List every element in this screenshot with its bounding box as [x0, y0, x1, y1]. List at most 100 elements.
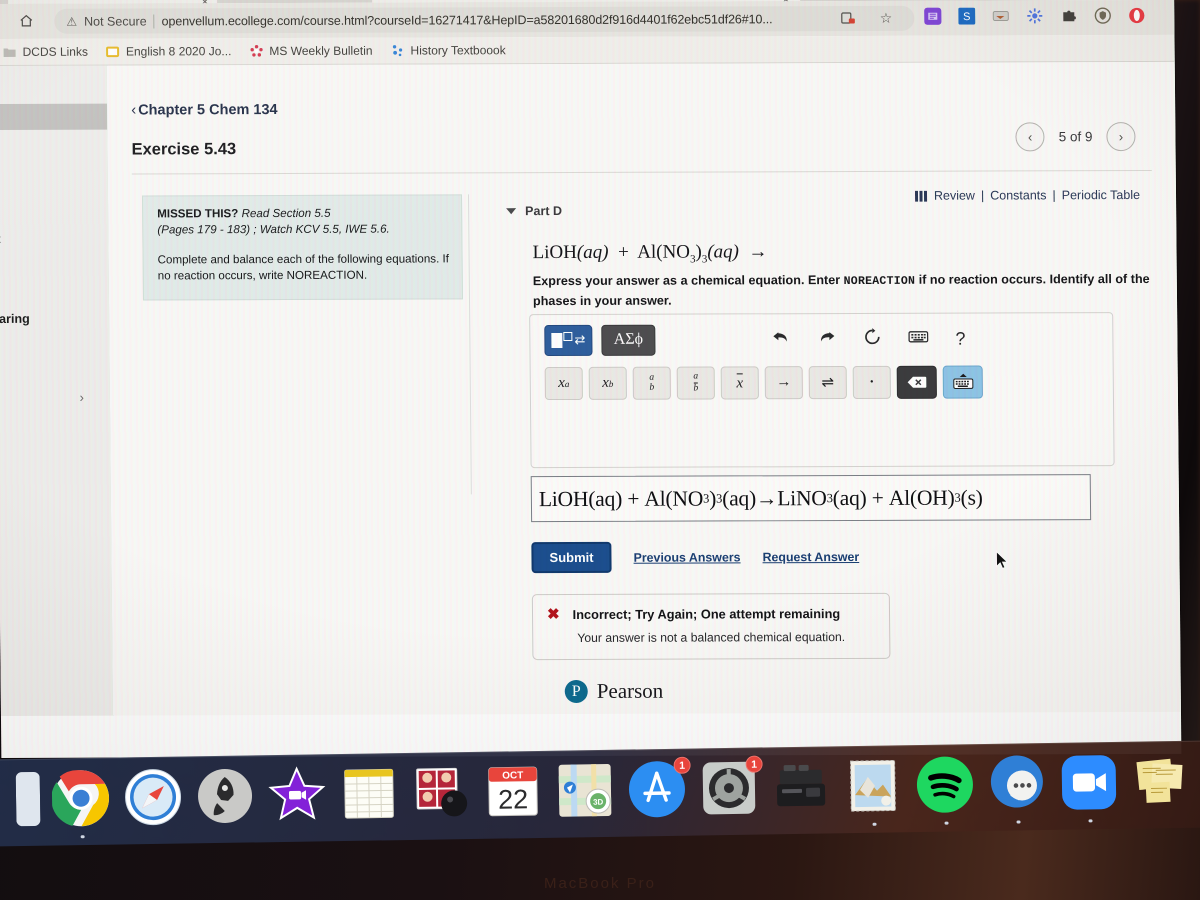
dock-item-maps[interactable]: 3D	[556, 761, 617, 822]
arrow-key[interactable]: →	[764, 366, 803, 400]
dock-item-calendar[interactable]: OCT 22	[484, 762, 545, 823]
greek-symbols-button[interactable]: ΑΣϕ	[601, 324, 656, 356]
breadcrumb[interactable]: ‹ Chapter 5 Chem 134	[131, 101, 278, 119]
exercise-pagination: ‹ 5 of 9 ›	[1015, 122, 1136, 152]
device-label: MacBook Pro	[543, 875, 657, 892]
equilibrium-key[interactable]: ⇌	[808, 366, 847, 400]
photograph-of-laptop-screen: Course Home ✕ Is PbCl2 soluble in water …	[0, 0, 1200, 900]
feedback-panel: ✖ Incorrect; Try Again; One attempt rema…	[531, 592, 891, 661]
sidebar-item-me[interactable]: me	[0, 103, 108, 130]
running-indicator	[944, 821, 949, 825]
superscript-key[interactable]: xa	[544, 366, 583, 401]
reset-circle-icon[interactable]	[863, 328, 881, 350]
bookmark-dcds-links[interactable]: DCDS Links	[3, 45, 88, 59]
answer-input[interactable]: LiOH(aq) + Al(NO 3) 3 (aq)→LiNO 3 (aq) + Al(O…	[530, 474, 1092, 523]
os-sidebar-partial: es me ext Sharing gs s ›	[0, 65, 114, 716]
constants-link[interactable]: Constants	[990, 188, 1046, 202]
subscript-key[interactable]: xb	[588, 366, 627, 400]
address-bar[interactable]: ⚠ Not Secure openvellum.ecollege.com/cou…	[54, 5, 915, 34]
keyboard-icon[interactable]	[908, 330, 929, 348]
svg-text:S: S	[963, 11, 970, 23]
keyboard-toggle-key[interactable]	[942, 365, 983, 399]
page-indicator: 5 of 9	[1058, 129, 1093, 145]
stacked-fraction-key[interactable]: ab	[632, 366, 671, 400]
grammarly-icon[interactable]	[924, 7, 942, 25]
bookmark-ms-weekly-bulletin[interactable]: MS Weekly Bulletin	[249, 43, 373, 59]
chevron-left-icon: ‹	[131, 101, 137, 119]
sharepoint-icon[interactable]: S	[958, 7, 976, 25]
dock-item-system-preferences[interactable]: 1	[700, 755, 763, 820]
folder-icon	[3, 45, 17, 59]
badge-count: 1	[745, 755, 763, 773]
svg-text:OCT: OCT	[502, 770, 523, 781]
home-icon[interactable]	[18, 13, 34, 29]
problem-instructions: Express your answer as a chemical equati…	[533, 270, 1153, 310]
dock-item-zoom[interactable]	[1059, 753, 1120, 823]
request-answer-link[interactable]: Request Answer	[762, 549, 859, 563]
dock-item-spotify[interactable]	[915, 755, 976, 825]
answer-entry-panel: ⇄ ΑΣϕ ? x a x b a b a b x → ⇌ ·	[529, 312, 1115, 469]
sidebar-item-ext[interactable]: ext	[0, 232, 1, 246]
dock-item-numbers[interactable]	[340, 764, 401, 825]
dock-item-launchpad[interactable]	[196, 767, 257, 828]
opera-icon[interactable]	[1128, 7, 1145, 24]
pearson-mark-icon: P	[564, 679, 588, 703]
chevron-right-icon[interactable]: ›	[79, 390, 83, 405]
problem-equation: LiOH(aq) + Al(NO3)3(aq) →	[532, 241, 768, 266]
dock-item-safari[interactable]	[124, 768, 185, 829]
dot-key[interactable]: ·	[852, 365, 891, 399]
part-header[interactable]: Part D	[506, 204, 562, 218]
mouse-cursor	[995, 550, 1009, 570]
honey-icon[interactable]	[1026, 7, 1043, 24]
dock-item-chrome[interactable]	[51, 769, 113, 839]
dock-item-app-store[interactable]: 1	[628, 756, 691, 821]
overbar-key[interactable]: x	[720, 366, 759, 400]
template-icon[interactable]: ⇄	[544, 324, 593, 356]
star-icon[interactable]: ☆	[880, 10, 893, 27]
triangle-down-icon[interactable]	[506, 208, 517, 215]
bookmark-label: DCDS Links	[22, 44, 89, 59]
backspace-key[interactable]	[896, 365, 937, 399]
answer-actions: Submit Previous Answers Request Answer	[531, 541, 859, 574]
dock-item-photo-booth[interactable]	[412, 763, 473, 824]
security-status-label: Not Secure	[84, 13, 147, 29]
feedback-header: ✖ Incorrect; Try Again; One attempt rema…	[547, 606, 875, 623]
guard-icon[interactable]	[1094, 7, 1111, 24]
pocket-icon[interactable]	[992, 7, 1009, 24]
fraction-key[interactable]: ab	[676, 366, 715, 400]
math-toolbar: ⇄ ΑΣϕ ? x a x b a b a b x → ⇌ ·	[544, 323, 1097, 401]
dock-item-finder[interactable]	[15, 770, 41, 830]
prev-exercise-button[interactable]: ‹	[1015, 122, 1045, 152]
header-divider	[131, 169, 1152, 175]
reading-list-icon[interactable]	[840, 10, 856, 31]
help-icon[interactable]: ?	[955, 329, 965, 349]
separator: |	[1052, 188, 1056, 203]
review-link[interactable]: Review	[934, 189, 975, 203]
bookmarks-bar: DCDS Links English 8 2020 Jo... MS Weekl…	[0, 34, 1175, 66]
dock-item-printer[interactable]	[772, 757, 833, 818]
dock-item-mail[interactable]	[843, 756, 904, 826]
missed-this-body: Complete and balance each of the followi…	[157, 252, 449, 283]
previous-answers-link[interactable]: Previous Answers	[633, 550, 740, 564]
dock-item-stickies[interactable]	[1131, 752, 1192, 813]
running-indicator	[1016, 819, 1021, 824]
resources-links: Review | Constants | Periodic Table	[914, 188, 1140, 203]
dock-item-imovie[interactable]	[268, 765, 329, 826]
pearson-wordmark: Pearson	[596, 678, 664, 703]
sidebar-item-sharing[interactable]: Sharing	[0, 312, 30, 326]
grid-icon	[914, 190, 928, 202]
periodic-table-link[interactable]: Periodic Table	[1062, 188, 1140, 202]
page-header: ‹ Chapter 5 Chem 134 Exercise 5.43	[131, 101, 278, 160]
puzzle-icon[interactable]	[1060, 7, 1077, 24]
undo-arrow-icon[interactable]	[771, 329, 790, 349]
macos-dock: OCT 22 3D 1 1 MacBook Pro	[0, 740, 1200, 900]
dock-item-messages[interactable]	[987, 754, 1048, 824]
next-exercise-button[interactable]: ›	[1106, 122, 1136, 152]
submit-button[interactable]: Submit	[531, 541, 612, 574]
bookmark-history-textbook[interactable]: History Textboook	[390, 43, 506, 58]
badge-count: 1	[673, 756, 691, 774]
bookmark-english-8[interactable]: English 8 2020 Jo...	[106, 44, 231, 59]
redo-arrow-icon[interactable]	[817, 329, 836, 349]
bookmark-label: MS Weekly Bulletin	[269, 43, 373, 59]
tab-title: Course Home	[32, 0, 100, 1]
